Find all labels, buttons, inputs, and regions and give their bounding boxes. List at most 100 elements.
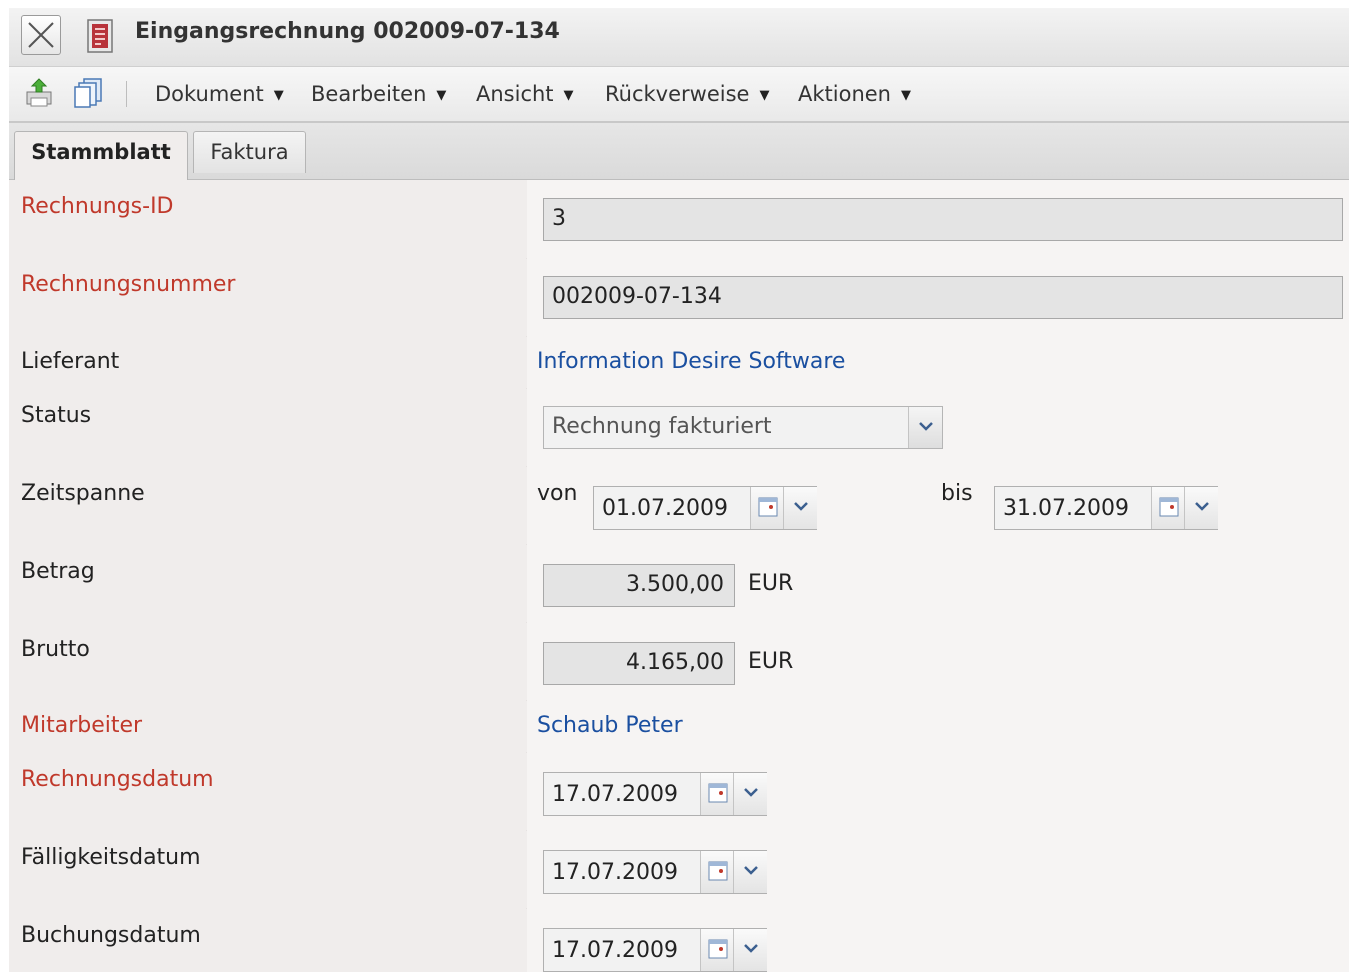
- currency-label: EUR: [748, 571, 794, 596]
- calendar-icon: [708, 783, 728, 803]
- value-cell: 3.500,00 EUR: [527, 544, 1349, 622]
- value-cell: Rechnung fakturiert: [527, 388, 1349, 466]
- bis-date-input[interactable]: 31.07.2009: [995, 487, 1151, 529]
- von-label: von: [537, 481, 578, 506]
- caret-down-icon: ▼: [436, 88, 447, 103]
- label-cell: Rechnungsdatum: [9, 752, 526, 830]
- invoice-document-icon: [87, 19, 113, 53]
- rechnungsnummer-field[interactable]: 002009-07-134: [543, 276, 1343, 319]
- title-bar: Eingangsrechnung 002009-07-134: [9, 8, 1349, 67]
- row-mitarbeiter: Mitarbeiter Schaub Peter: [9, 700, 1349, 753]
- status-selected-value: Rechnung fakturiert: [552, 414, 772, 439]
- calendar-button[interactable]: [700, 773, 734, 815]
- label-cell: Rechnungsnummer: [9, 258, 526, 336]
- label-cell: Buchungsdatum: [9, 908, 526, 972]
- menu-dokument[interactable]: Dokument ▼: [155, 80, 284, 110]
- caret-down-icon: ▼: [563, 88, 574, 103]
- currency-label: EUR: [748, 649, 794, 674]
- buchungsdatum-dropdown-button[interactable]: [733, 929, 767, 971]
- calendar-button[interactable]: [1151, 487, 1185, 529]
- buchungsdatum-date-picker[interactable]: 17.07.2009: [543, 928, 767, 972]
- menu-ansicht[interactable]: Ansicht ▼: [476, 80, 574, 110]
- von-date-picker[interactable]: 01.07.2009: [593, 486, 817, 530]
- label-cell: Zeitspanne: [9, 466, 526, 544]
- calendar-icon: [1159, 497, 1179, 517]
- print-icon[interactable]: [22, 76, 56, 110]
- tab-stammblatt[interactable]: Stammblatt: [14, 131, 188, 180]
- status-dropdown-button[interactable]: [908, 407, 942, 448]
- buchungsdatum-input[interactable]: 17.07.2009: [544, 929, 700, 971]
- calendar-button[interactable]: [750, 487, 784, 529]
- field-label: Rechnungs-ID: [21, 194, 174, 219]
- row-rechnungsdatum: Rechnungsdatum 17.07.2009: [9, 752, 1349, 831]
- rechnungsdatum-input[interactable]: 17.07.2009: [544, 773, 700, 815]
- toolbar: Dokument ▼ Bearbeiten ▼ Ansicht ▼ Rückverwe…: [9, 67, 1349, 123]
- window-title: Eingangsrechnung 002009-07-134: [135, 19, 560, 44]
- field-label: Betrag: [21, 559, 95, 584]
- field-label: Status: [21, 403, 92, 428]
- chevron-down-icon: [919, 422, 933, 431]
- menu-label: Ansicht: [476, 82, 554, 106]
- bis-dropdown-button[interactable]: [1184, 487, 1218, 529]
- field-label: Rechnungsdatum: [21, 767, 214, 792]
- close-button[interactable]: [21, 15, 61, 55]
- rechnungs-id-field[interactable]: 3: [543, 198, 1343, 241]
- status-select[interactable]: Rechnung fakturiert: [543, 406, 943, 449]
- value-cell: 17.07.2009: [527, 908, 1349, 972]
- row-betrag: Betrag 3.500,00 EUR: [9, 544, 1349, 623]
- row-rechnungs-id: Rechnungs-ID 3: [9, 180, 1349, 259]
- row-faelligkeitsdatum: Fälligkeitsdatum 17.07.2009: [9, 830, 1349, 909]
- value-cell: 002009-07-134: [527, 258, 1349, 336]
- lieferant-link[interactable]: Information Desire Software: [537, 349, 845, 374]
- menu-bearbeiten[interactable]: Bearbeiten ▼: [311, 80, 446, 110]
- tab-bar: Stammblatt Faktura: [9, 123, 1349, 180]
- faelligkeitsdatum-input[interactable]: 17.07.2009: [544, 851, 700, 893]
- chevron-down-icon: [744, 866, 758, 875]
- row-lieferant: Lieferant Information Desire Software: [9, 336, 1349, 389]
- menu-rueckverweise[interactable]: Rückverweise ▼: [605, 80, 769, 110]
- value-cell: von 01.07.2009 bis 31.07.2009: [527, 466, 1349, 544]
- document-window: Eingangsrechnung 002009-07-134 Dokument ▼…: [9, 8, 1349, 972]
- chevron-down-icon: [744, 788, 758, 797]
- von-date-input[interactable]: 01.07.2009: [594, 487, 750, 529]
- menu-aktionen[interactable]: Aktionen ▼: [798, 80, 911, 110]
- field-label: Buchungsdatum: [21, 923, 201, 948]
- calendar-button[interactable]: [700, 929, 734, 971]
- mitarbeiter-link[interactable]: Schaub Peter: [537, 713, 683, 738]
- row-status: Status Rechnung fakturiert: [9, 388, 1349, 467]
- menu-label: Dokument: [155, 82, 264, 106]
- rechnungsdatum-dropdown-button[interactable]: [733, 773, 767, 815]
- menu-label: Bearbeiten: [311, 82, 427, 106]
- value-cell: 17.07.2009: [527, 752, 1349, 830]
- close-icon: [28, 22, 54, 48]
- calendar-button[interactable]: [700, 851, 734, 893]
- field-label: Rechnungsnummer: [21, 272, 236, 297]
- value-cell: 4.165,00 EUR: [527, 622, 1349, 700]
- chevron-down-icon: [794, 502, 808, 511]
- field-label: Mitarbeiter: [21, 713, 143, 738]
- menu-label: Rückverweise: [605, 82, 750, 106]
- row-zeitspanne: Zeitspanne von 01.07.2009 bis 31.07.2009: [9, 466, 1349, 545]
- label-cell: Lieferant: [9, 336, 526, 388]
- row-buchungsdatum: Buchungsdatum 17.07.2009: [9, 908, 1349, 972]
- chevron-down-icon: [744, 944, 758, 953]
- label-cell: Fälligkeitsdatum: [9, 830, 526, 908]
- value-cell: Schaub Peter: [527, 700, 1349, 752]
- copy-icon[interactable]: [72, 76, 106, 110]
- value-cell: 17.07.2009: [527, 830, 1349, 908]
- brutto-field[interactable]: 4.165,00: [543, 642, 735, 685]
- value-cell: 3: [527, 180, 1349, 258]
- label-cell: Betrag: [9, 544, 526, 622]
- betrag-field[interactable]: 3.500,00: [543, 564, 735, 607]
- faelligkeitsdatum-date-picker[interactable]: 17.07.2009: [543, 850, 767, 894]
- caret-down-icon: ▼: [900, 88, 911, 103]
- von-dropdown-button[interactable]: [783, 487, 817, 529]
- bis-date-picker[interactable]: 31.07.2009: [994, 486, 1218, 530]
- calendar-icon: [758, 497, 778, 517]
- faelligkeitsdatum-dropdown-button[interactable]: [733, 851, 767, 893]
- menu-label: Aktionen: [798, 82, 891, 106]
- field-label: Zeitspanne: [21, 481, 145, 506]
- tab-faktura[interactable]: Faktura: [193, 131, 306, 173]
- row-brutto: Brutto 4.165,00 EUR: [9, 622, 1349, 701]
- rechnungsdatum-date-picker[interactable]: 17.07.2009: [543, 772, 767, 816]
